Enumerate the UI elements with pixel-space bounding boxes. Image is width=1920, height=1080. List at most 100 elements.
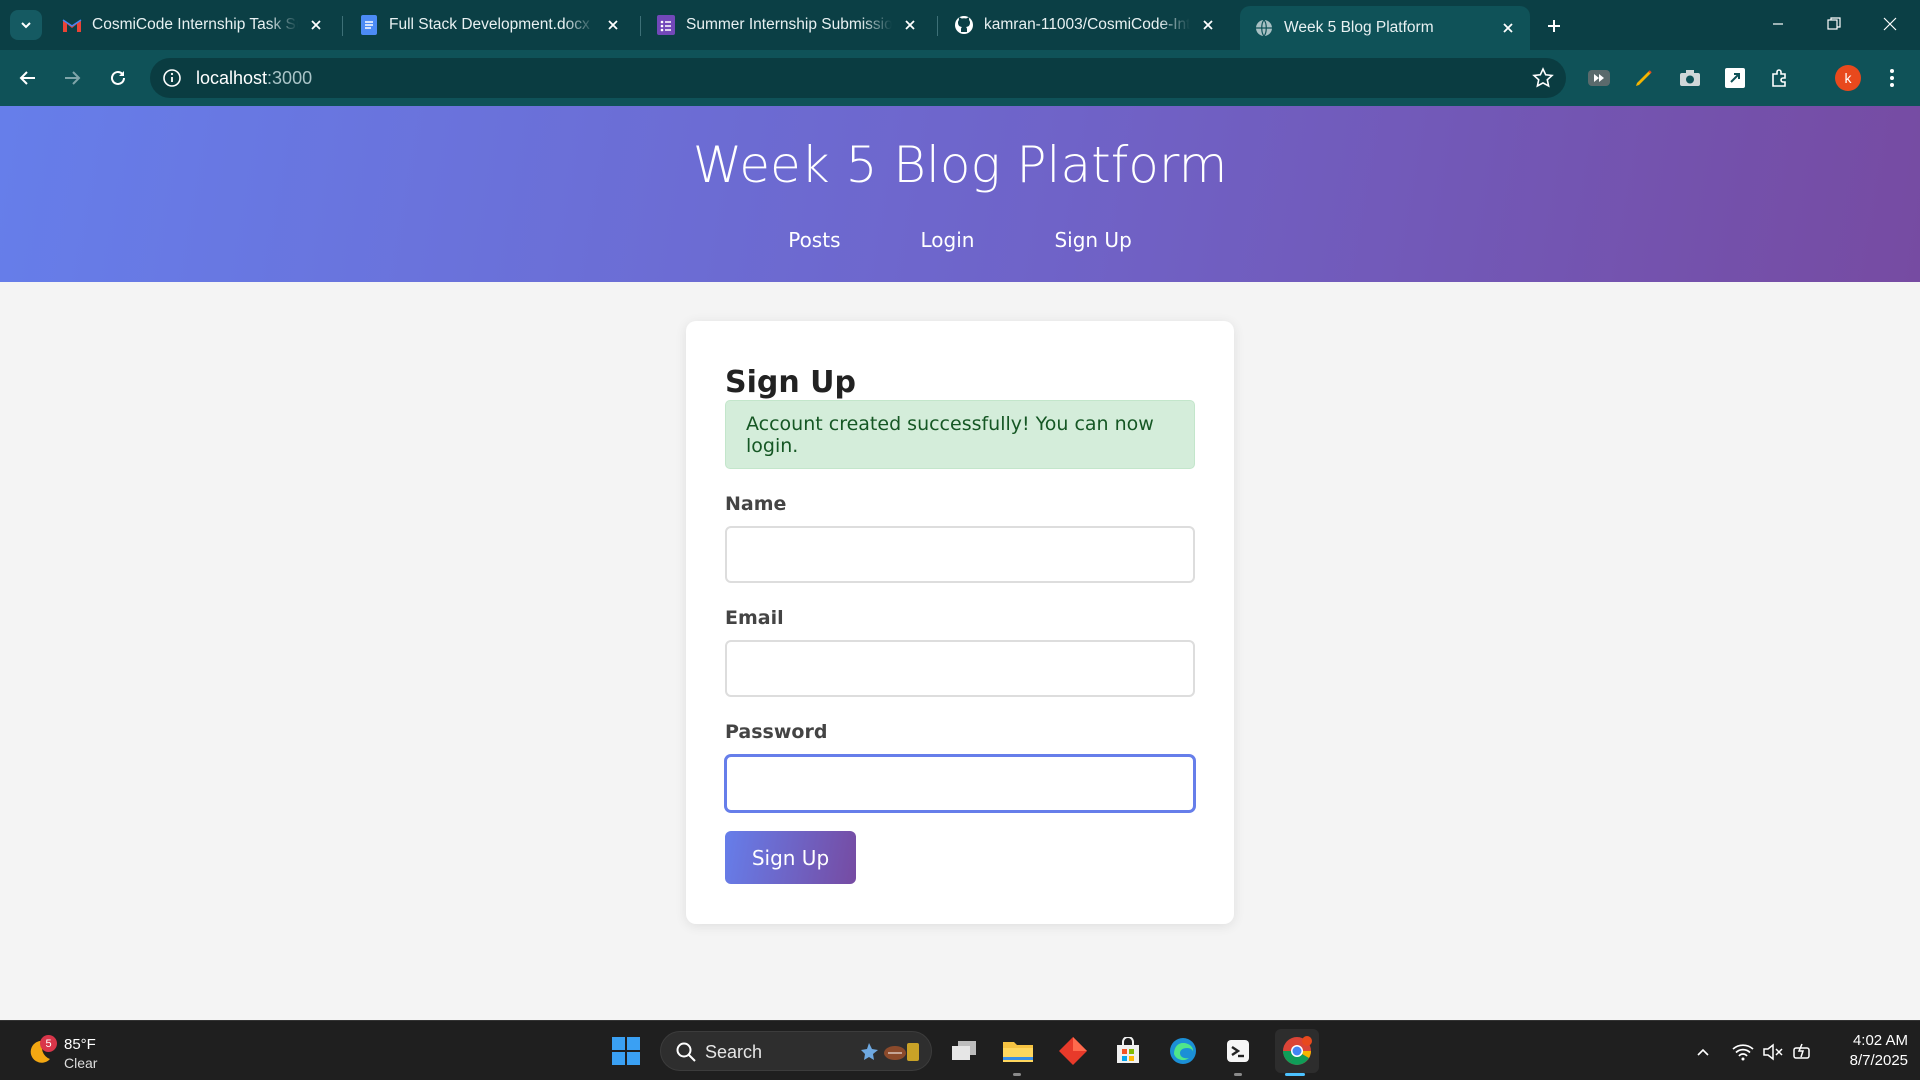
url-host: localhost: [196, 68, 268, 88]
tab-title: CosmiCode Internship Task Sub: [92, 16, 298, 33]
app-shield-icon: [1227, 1040, 1249, 1062]
profile-avatar[interactable]: k: [1835, 65, 1861, 91]
more-vertical-icon: [1890, 69, 1894, 87]
search-label: Search: [705, 1042, 763, 1062]
signup-card: Sign Up Account created successfully! Yo…: [686, 321, 1234, 924]
restore-button[interactable]: [1806, 0, 1862, 48]
app-terminal-button[interactable]: [1220, 1033, 1256, 1069]
close-icon[interactable]: [306, 15, 326, 35]
tab-title: Summer Internship Submission: [686, 16, 892, 33]
taskbar-search[interactable]: Search: [660, 1031, 932, 1071]
docs-icon: [359, 15, 379, 35]
pencil-icon: [1636, 70, 1652, 86]
extension-tool[interactable]: [1721, 64, 1749, 92]
arrow-left-icon: [19, 71, 35, 85]
edge-button[interactable]: [1165, 1033, 1201, 1069]
battery-status[interactable]: [1790, 1039, 1816, 1065]
nav-link-posts[interactable]: Posts: [788, 228, 840, 252]
start-button[interactable]: [608, 1033, 644, 1069]
tab-search-button[interactable]: [10, 10, 42, 40]
task-view-button[interactable]: [946, 1033, 982, 1069]
running-indicator: [1234, 1073, 1242, 1076]
weather-widget[interactable]: 5 85°F Clear: [24, 1029, 134, 1073]
info-icon[interactable]: [162, 68, 182, 88]
speaker-muted-icon: [1763, 1043, 1783, 1061]
camera-icon: [1680, 70, 1700, 86]
extensions-button[interactable]: [1766, 64, 1794, 92]
nav-link-signup[interactable]: Sign Up: [1054, 228, 1131, 252]
minimize-button[interactable]: [1750, 0, 1806, 48]
active-indicator: [1285, 1073, 1305, 1076]
tab-gmail[interactable]: CosmiCode Internship Task Sub: [48, 6, 338, 44]
globe-icon: [1254, 18, 1274, 38]
arrow-right-icon: [65, 71, 81, 85]
tab-title: kamran-11003/CosmiCode-Inte: [984, 16, 1190, 33]
taskbar: 5 85°F Clear Search 4:02 AM 8/7/2025: [0, 1020, 1920, 1080]
task-view-icon: [952, 1041, 976, 1060]
app-diamond-button[interactable]: [1055, 1033, 1091, 1069]
signup-submit-button[interactable]: Sign Up: [725, 831, 856, 884]
site-header: Week 5 Blog Platform Posts Login Sign Up: [0, 106, 1920, 282]
chevron-down-icon: [21, 22, 31, 29]
chrome-icon: [1283, 1036, 1312, 1065]
site-title: Week 5 Blog Platform: [692, 136, 1228, 194]
close-icon: [1883, 17, 1897, 31]
nav-link-login[interactable]: Login: [920, 228, 974, 252]
forward-button[interactable]: [54, 60, 90, 96]
password-field[interactable]: [725, 755, 1195, 812]
close-icon[interactable]: [900, 15, 920, 35]
weather-condition: Clear: [64, 1055, 98, 1071]
chevron-up-icon: [1697, 1048, 1709, 1056]
store-icon: [1117, 1037, 1139, 1063]
close-icon[interactable]: [603, 15, 623, 35]
tab-week5-blog[interactable]: Week 5 Blog Platform: [1240, 6, 1530, 50]
email-field[interactable]: [725, 640, 1195, 697]
bookmark-star-icon[interactable]: [1532, 67, 1554, 89]
diamond-app-icon: [1059, 1037, 1087, 1065]
forms-icon: [656, 15, 676, 35]
show-hidden-icons[interactable]: [1690, 1039, 1716, 1065]
running-indicator: [1013, 1073, 1021, 1076]
close-window-button[interactable]: [1862, 0, 1918, 48]
github-icon: [954, 15, 974, 35]
url-port: :3000: [267, 68, 313, 88]
name-field[interactable]: [725, 526, 1195, 583]
reload-button[interactable]: [100, 60, 136, 96]
extension-video-speed[interactable]: [1585, 64, 1613, 92]
system-clock[interactable]: 4:02 AM 8/7/2025: [1820, 1031, 1908, 1071]
tab-github[interactable]: kamran-11003/CosmiCode-Inte: [940, 6, 1230, 44]
tab-docs[interactable]: Full Stack Development.docx - (: [345, 6, 635, 44]
puzzle-icon: [1772, 69, 1786, 87]
network-status[interactable]: [1730, 1039, 1756, 1065]
tab-title: Week 5 Blog Platform: [1284, 19, 1434, 36]
reload-icon: [111, 70, 125, 85]
file-explorer-button[interactable]: [1000, 1033, 1036, 1069]
email-label: Email: [725, 607, 784, 629]
clock-date: 8/7/2025: [1849, 1052, 1908, 1069]
edge-icon: [1170, 1038, 1196, 1064]
new-tab-button[interactable]: [1540, 12, 1568, 40]
plus-icon: [1548, 20, 1560, 32]
tab-title: Full Stack Development.docx - (: [389, 16, 595, 33]
form-heading: Sign Up: [725, 365, 857, 400]
site-nav: Posts Login Sign Up: [0, 228, 1920, 252]
close-icon[interactable]: [1498, 18, 1518, 38]
notification-badge: 5: [40, 1035, 57, 1052]
search-icon: [676, 1042, 696, 1062]
search-highlight-icon: [861, 1043, 919, 1061]
address-bar[interactable]: localhost:3000: [150, 58, 1566, 98]
url-text: localhost:3000: [196, 68, 312, 89]
browser-menu-button[interactable]: [1880, 64, 1904, 92]
chrome-button[interactable]: [1275, 1029, 1319, 1073]
extension-screenshot[interactable]: [1676, 64, 1704, 92]
fast-forward-icon: [1588, 70, 1610, 86]
extension-highlighter[interactable]: [1630, 64, 1658, 92]
windows-icon: [612, 1037, 640, 1065]
microsoft-store-button[interactable]: [1110, 1033, 1146, 1069]
volume-status[interactable]: [1760, 1039, 1786, 1065]
tab-forms[interactable]: Summer Internship Submission: [642, 6, 932, 44]
weather-temp: 85°F: [64, 1036, 96, 1053]
close-icon[interactable]: [1198, 15, 1218, 35]
folder-icon: [1003, 1042, 1033, 1062]
back-button[interactable]: [10, 60, 46, 96]
